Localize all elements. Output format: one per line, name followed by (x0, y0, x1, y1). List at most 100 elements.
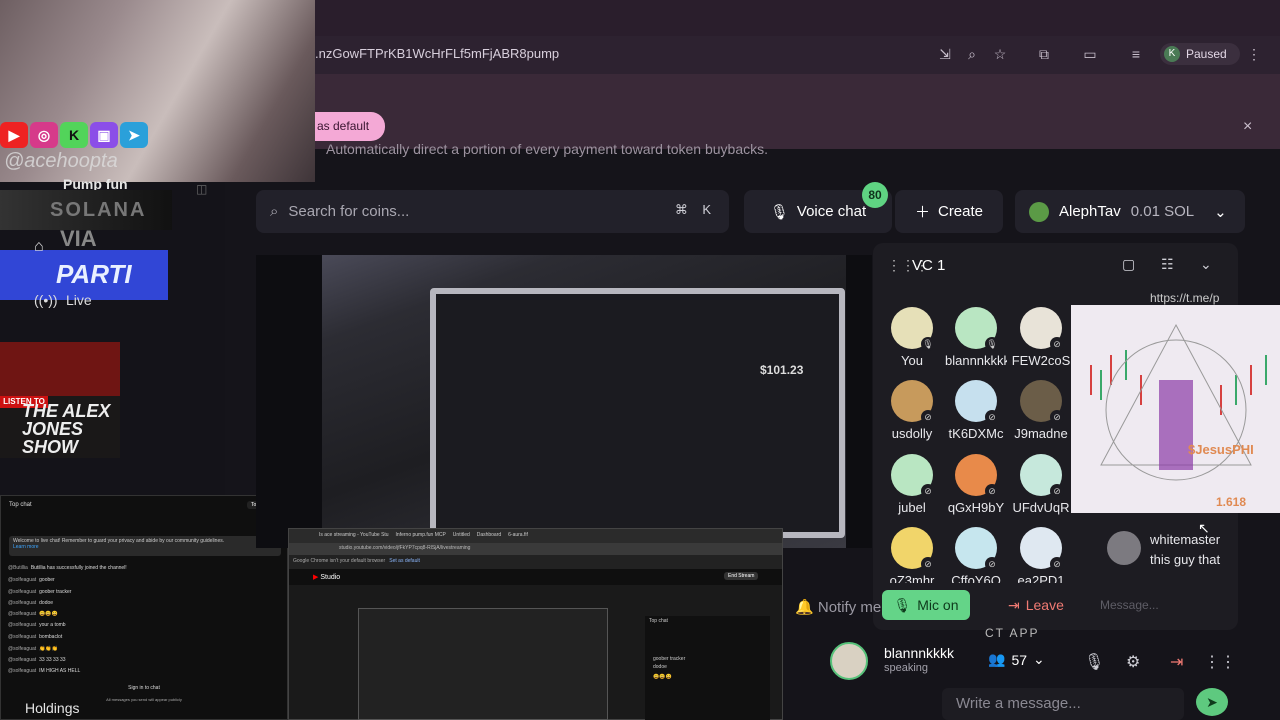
zoom-icon[interactable]: ⌕ (962, 44, 982, 64)
leave-button[interactable]: ⇥ Leave (1008, 590, 1088, 620)
collapse-sidebar-icon[interactable]: ◫ (196, 182, 207, 196)
studio-tab[interactable]: Is ace streaming - YouTube Stu (319, 532, 389, 538)
menu-kebab-icon[interactable]: ⋮ (1244, 44, 1264, 64)
avatar: ⊘ (1020, 380, 1064, 424)
mic-on-button[interactable]: 🎙 Mic on (882, 590, 970, 620)
chevron-down-icon: ⌄ (1033, 651, 1045, 667)
banner-button[interactable]: Set as default (389, 558, 420, 564)
participant[interactable]: ⊘ UFdvUqR (1010, 454, 1072, 515)
media-icon[interactable]: ≡ (1126, 44, 1146, 64)
jesusphi-overlay-image (1071, 305, 1280, 513)
chat-user: @Butillia (8, 565, 28, 571)
url-text[interactable]: .nzGowFTPrKB1WcHrFLf5mFjABR8pump (315, 46, 559, 61)
participant[interactable]: ⊘ FEW2coS (1010, 307, 1072, 368)
bookmark-star-icon[interactable]: ☆ (990, 44, 1010, 64)
chat-text: 33 33 33 33 (39, 657, 66, 663)
gear-icon[interactable]: ⚙ (1126, 652, 1140, 672)
close-icon[interactable]: × (1243, 118, 1252, 136)
ct-app-label: CT APP (985, 626, 1040, 640)
exit-icon[interactable]: ⇥ (1170, 652, 1183, 672)
list-item: @solfeaguat bombaclot (8, 634, 62, 640)
users-icon: 👥 (988, 651, 1006, 667)
participant-name: FEW2coS (1011, 353, 1071, 368)
participant[interactable]: 🎙 You (881, 307, 943, 368)
participant[interactable]: ⊘ oZ3mhr (881, 527, 943, 583)
message-input[interactable]: Write a message... (942, 688, 1184, 720)
learn-more-link[interactable]: Learn more (13, 544, 39, 550)
profile-status: Paused (1186, 47, 1227, 61)
extensions-icon[interactable]: ⧉ (1034, 44, 1054, 64)
cmd-key: ⌘ (674, 202, 688, 217)
participant[interactable]: 🎙 blannnkkkk (945, 307, 1007, 368)
mic-muted-icon: ⊘ (985, 410, 999, 424)
microphone-icon: 🎙 (893, 596, 912, 613)
profile-button[interactable]: K Paused (1160, 43, 1240, 65)
mic-muted-icon: ⊘ (921, 410, 935, 424)
chat-link[interactable]: https://t.me/p (1150, 291, 1219, 305)
chat-header[interactable]: Top chat (9, 502, 32, 508)
chat-user: @solfeaguat (8, 634, 37, 640)
chat-user: @solfeaguat (8, 668, 37, 674)
studio-tab[interactable]: 6-aura.fif (508, 532, 528, 538)
chevron-down-icon[interactable]: ⌄ (1200, 256, 1212, 273)
participant[interactable]: ⊘ tK6DXMc (945, 380, 1007, 441)
participant[interactable]: ⊘ jubel (881, 454, 943, 515)
vc-message-input[interactable]: Message... (1100, 598, 1159, 612)
cast-icon[interactable]: ▭ (1080, 44, 1100, 64)
studio-address[interactable]: studio.youtube.com/video/jfFkYP7cpq8-RlS… (289, 543, 782, 555)
search-input[interactable]: ⌕ Search for coins... ⌘ K (256, 190, 729, 233)
telegram-icon: ➤ (120, 122, 148, 148)
participant[interactable]: ⊘ qGxH9bY (945, 454, 1007, 515)
mic-muted-icon: ⊘ (921, 557, 935, 571)
participant-name: J9madne (1014, 426, 1068, 441)
grid-icon[interactable]: ⋮⋮ (1204, 652, 1236, 672)
avatar: ⊘ (1020, 307, 1064, 351)
avatar: 🎙 (891, 307, 935, 351)
end-stream-button[interactable]: End Stream (724, 572, 759, 580)
list-item: @solfeaguat your a tomb (8, 622, 66, 628)
microphone-icon[interactable]: 🎙 (1084, 652, 1104, 672)
mic-muted-icon: ⊘ (1050, 484, 1064, 498)
studio-tab[interactable]: Untitled (453, 532, 470, 538)
wallet-balance: 0.01 SOL (1130, 203, 1195, 220)
chat-text: 😀😀😀 (39, 611, 58, 617)
avatar: ⊘ (891, 454, 935, 498)
avatar (1029, 201, 1049, 222)
participant[interactable]: ⊘ ea2PD1 (1010, 527, 1072, 583)
avatar: ⊘ (1020, 527, 1064, 571)
participant[interactable]: ⊘ CffoY6Q (945, 527, 1007, 583)
install-icon[interactable]: ⇲ (935, 44, 955, 64)
notify-button[interactable]: 🔔 Notify me (795, 598, 881, 616)
listener-count[interactable]: 👥 57 ⌄ (988, 651, 1045, 668)
create-button[interactable]: ＋ Create (895, 190, 1003, 233)
studio-tab[interactable]: Dashboard (477, 532, 501, 538)
list-view-icon[interactable]: ☷ (1161, 256, 1174, 273)
speaker-status: speaking (884, 662, 929, 674)
chat-text: Butillia has successfully joined the cha… (30, 565, 127, 571)
video-laptop-screen (430, 288, 845, 538)
chat-user: @solfeaguat (8, 622, 37, 628)
list-item: @Butillia Butillia has successfully joine… (8, 565, 127, 571)
studio-tab[interactable]: Inferno­ pump.fun MCP (396, 532, 446, 538)
participant[interactable]: ⊘ J9madne (1010, 380, 1072, 441)
sign-in-button[interactable]: Sign in to chat (0, 685, 288, 691)
chat-text: 👏👏👏 (39, 646, 58, 652)
list-item: @solfeaguat 33 33 33 33 (8, 657, 66, 663)
search-icon: ⌕ (270, 203, 279, 220)
wallet-button[interactable]: AlephTav 0.01 SOL ⌄ (1015, 190, 1245, 233)
home-icon[interactable]: ⌂ (34, 238, 44, 256)
chat-text: bombaclot (39, 634, 63, 640)
infobar-text: Automatically direct a portion of every … (326, 141, 768, 157)
alex-jones-text: THE ALEX JONES SHOW (22, 401, 111, 457)
mic-icon: 🎙 (985, 337, 999, 351)
notify-label: Notify me (817, 599, 882, 616)
set-default-button[interactable]: as default (315, 112, 385, 141)
chat-bubble-icon[interactable]: ▢ (1122, 256, 1135, 273)
participant[interactable]: ⊘ usdolly (881, 380, 943, 441)
plus-icon: ＋ (914, 204, 930, 221)
sidebar-item-holdings[interactable]: Holdings (25, 700, 79, 716)
send-icon[interactable]: ➤ (1196, 688, 1228, 716)
sidebar-item-live[interactable]: Live (66, 292, 92, 308)
list-item: @solfeaguat goober tracker (8, 589, 71, 595)
participant-name: tK6DXMc (948, 426, 1004, 441)
